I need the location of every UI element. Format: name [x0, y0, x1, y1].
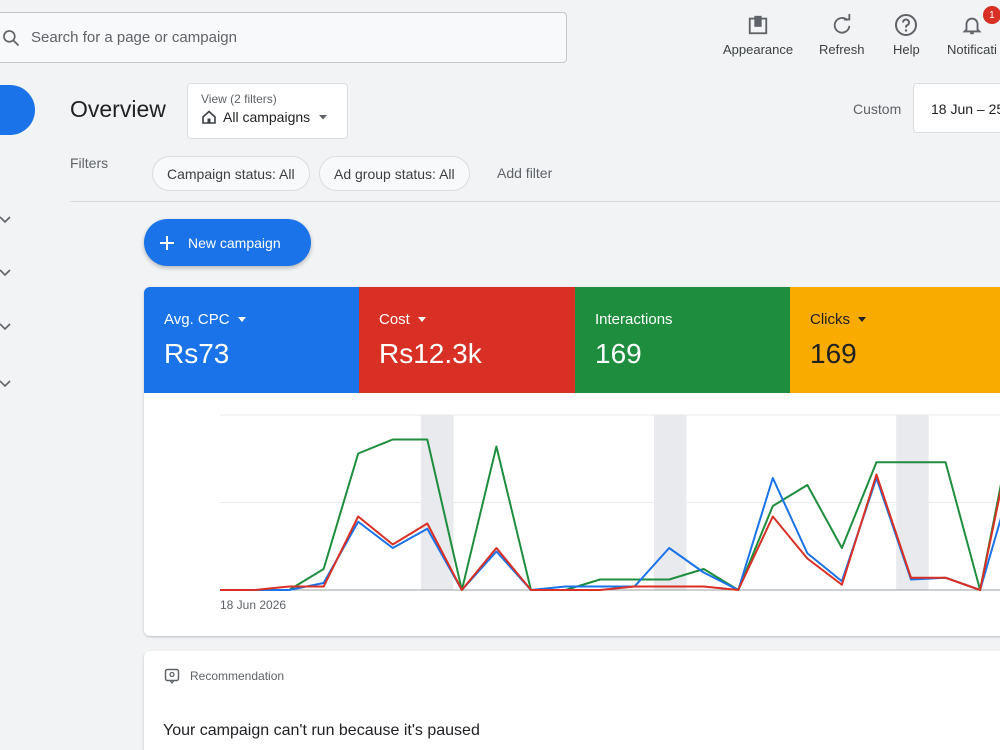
help-label: Help: [893, 42, 920, 57]
metric-tile-interactions[interactable]: Interactions 169: [575, 287, 790, 393]
filter-chip-ad-group-status[interactable]: Ad group status: All: [319, 156, 470, 191]
chevron-down-icon[interactable]: [0, 319, 12, 333]
metric-value: Rs73: [164, 338, 230, 369]
new-campaign-button[interactable]: New campaign: [144, 219, 311, 266]
metric-value: Rs12.3k: [379, 338, 482, 369]
dropdown-caret-icon[interactable]: [858, 317, 866, 322]
dropdown-caret-icon[interactable]: [237, 317, 246, 322]
metric-label: Clicks: [810, 311, 1000, 328]
series-line-2: [220, 473, 1000, 591]
chevron-down-icon[interactable]: [0, 376, 12, 390]
metric-value: 169: [810, 338, 857, 369]
appearance-icon: [748, 15, 768, 35]
recommendation-label: Recommendation: [190, 669, 285, 683]
notifications-button[interactable]: 1 Notificati: [947, 6, 1000, 57]
notification-count-badge: 1: [982, 6, 1000, 24]
new-campaign-label: New campaign: [188, 234, 281, 251]
recommendation-card[interactable]: Recommendation Your campaign can't run b…: [144, 651, 1000, 750]
metric-value: 169: [595, 338, 642, 369]
view-selector[interactable]: View (2 filters) All campaigns: [187, 83, 348, 139]
refresh-button[interactable]: Refresh: [819, 12, 865, 57]
view-filter-count: View (2 filters): [201, 92, 277, 106]
notifications-label: Notificati: [947, 42, 997, 57]
filters-label: Filters: [70, 155, 109, 171]
metric-label-text: Clicks: [810, 311, 850, 328]
chevron-down-icon[interactable]: [0, 212, 12, 226]
appearance-label: Appearance: [723, 42, 794, 57]
search-icon: [3, 29, 20, 46]
refresh-icon: [833, 14, 851, 34]
metric-tile-cost[interactable]: Cost Rs12.3k: [359, 287, 575, 393]
metric-tile-clicks[interactable]: Clicks 169: [790, 287, 1000, 393]
divider: [70, 201, 1000, 202]
sidebar-create-button[interactable]: [0, 85, 35, 135]
appearance-button[interactable]: Appearance: [723, 12, 793, 57]
date-range-type: Custom: [853, 101, 902, 117]
metric-label-text: Interactions: [595, 311, 673, 328]
help-icon: [895, 14, 918, 36]
plus-icon: [160, 235, 174, 250]
view-value: All campaigns: [223, 109, 311, 125]
filter-chip-campaign-status[interactable]: Campaign status: All: [152, 156, 310, 191]
metric-label-text: Avg. CPC: [164, 311, 230, 328]
series-line-1: [220, 477, 1000, 591]
metric-label: Avg. CPC: [164, 311, 359, 328]
page-title: Overview: [70, 96, 166, 122]
top-bar: Appearance Refresh Help 1 Notificati: [0, 0, 1000, 76]
dropdown-arrow-icon: [319, 115, 328, 120]
home-icon: [202, 110, 216, 124]
help-button[interactable]: Help: [893, 12, 920, 57]
metric-tile-avg-cpc[interactable]: Avg. CPC Rs73: [144, 287, 359, 393]
x-axis-start-date: 18 Jun 2026: [220, 598, 287, 612]
date-range-picker[interactable]: 18 Jun – 25: [913, 83, 1000, 133]
chevron-down-icon[interactable]: [0, 265, 12, 279]
performance-card: Avg. CPC Rs73 Cost Rs12.3k Interactions 169 Cl…: [144, 287, 1000, 636]
dropdown-caret-icon[interactable]: [417, 317, 426, 322]
recommendation-icon: [164, 668, 180, 684]
search-box[interactable]: [0, 12, 567, 63]
search-input[interactable]: [31, 29, 511, 46]
metric-label: Interactions: [595, 311, 790, 328]
metric-label: Cost: [379, 311, 575, 328]
bell-icon: [962, 17, 982, 35]
metric-label-text: Cost: [379, 311, 410, 328]
add-filter-button[interactable]: Add filter: [497, 165, 552, 181]
recommendation-title: Your campaign can't run because it's pau…: [163, 722, 480, 739]
refresh-label: Refresh: [819, 42, 865, 57]
